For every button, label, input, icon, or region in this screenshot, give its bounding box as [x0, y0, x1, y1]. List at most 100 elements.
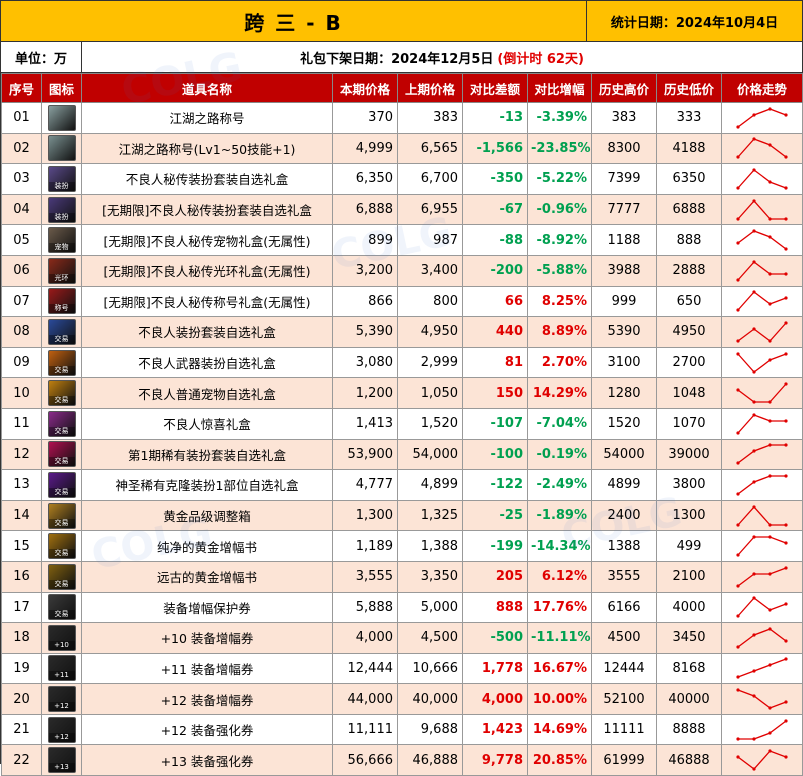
price-diff: -500: [462, 622, 528, 654]
trend-point: [768, 749, 772, 753]
price-change-pct: 14.69%: [527, 713, 592, 746]
item-name: 装备增幅保护券: [81, 591, 333, 624]
price-change-pct: 17.76%: [527, 591, 592, 624]
price-change-pct: -14.34%: [527, 530, 592, 562]
trend-point: [736, 492, 740, 496]
item-icon-cell: 交易: [41, 407, 82, 440]
trend-line: [737, 597, 787, 617]
previous-price: 6,700: [397, 163, 463, 195]
price-diff: 888: [462, 591, 528, 624]
table-row: 22 +13 +13 装备强化券 56,666 46,888 9,778 20.85% 619…: [1, 744, 803, 776]
current-price: 4,000: [332, 622, 398, 654]
trend-line: [737, 291, 787, 311]
table-row: 10 交易 不良人普通宠物自选礼盒 1,200 1,050 150 14.29% 1280 10…: [1, 377, 803, 409]
price-trend-sparkline: [736, 382, 788, 404]
trend-point: [768, 522, 772, 527]
history-low: 8888: [656, 713, 722, 746]
trend-point: [752, 290, 756, 294]
item-name: 不良人武器装扮自选礼盒: [81, 346, 333, 379]
trend-point: [736, 339, 740, 343]
item-name: [无期限]不良人秘传装扮套装自选礼盒: [81, 193, 333, 226]
current-price: 3,555: [332, 560, 398, 593]
table-row: 09 交易 不良人武器装扮自选礼盒 3,080 2,999 81 2.70% 3100 2700: [1, 346, 803, 379]
row-index: 14: [1, 499, 42, 532]
trend-line: [737, 108, 787, 128]
price-trend-sparkline: [736, 474, 788, 496]
trend-point: [752, 767, 756, 771]
trend-line: [737, 475, 786, 495]
current-price: 866: [332, 285, 398, 318]
table-row: 06 光环 [无期限]不良人秘传光环礼盒(无属性) 3,200 3,400 -200 -5.…: [1, 254, 803, 287]
history-high: 383: [591, 102, 657, 134]
table-row: 14 交易 黄金品级调整箱 1,300 1,325 -25 -1.89% 2400 1300: [1, 499, 803, 532]
gift-box-icon: 交易: [47, 471, 76, 498]
history-low: 4950: [656, 316, 722, 348]
current-price: 44,000: [332, 683, 398, 715]
history-low: 4188: [656, 132, 722, 165]
price-diff: 1,778: [462, 652, 528, 685]
price-change-pct: -5.88%: [527, 254, 592, 287]
trend-line: [737, 230, 787, 250]
item-icon-cell: 交易: [41, 530, 82, 562]
current-price: 53,900: [332, 438, 398, 471]
table-row: 15 交易 纯净的黄金增幅书 1,189 1,388 -199 -14.34% 1388 499: [1, 530, 803, 562]
trend-point: [784, 522, 788, 527]
trend-point: [736, 186, 740, 190]
price-trend-cell: [721, 744, 803, 776]
price-change-pct: 6.12%: [527, 560, 592, 593]
price-diff: 150: [462, 377, 528, 409]
trend-line: [737, 169, 787, 189]
price-trend-sparkline: [736, 749, 788, 771]
price-change-pct: -5.22%: [527, 163, 592, 195]
icon-tag: 装扮: [48, 181, 75, 191]
trend-point: [752, 113, 756, 117]
item-icon-cell: 装扮: [41, 193, 82, 226]
trend-point: [768, 357, 772, 362]
price-trend-cell: [721, 713, 803, 746]
icon-tag: 宠物: [48, 243, 75, 253]
trend-point: [784, 296, 788, 300]
trend-point: [768, 272, 772, 276]
reinforce-ticket-icon: +13: [47, 747, 76, 774]
price-trend-cell: [721, 683, 803, 715]
price-trend-cell: [721, 377, 803, 409]
table-row: 01 江湖之路称号 370 383 -13 -3.39% 383 333: [1, 102, 803, 134]
trend-point: [768, 339, 772, 343]
trend-point: [784, 443, 788, 447]
trend-point: [752, 535, 756, 539]
history-high: 1188: [591, 224, 657, 256]
item-icon-cell: +10: [41, 622, 82, 654]
trend-line: [737, 750, 787, 771]
price-diff: 205: [462, 560, 528, 593]
price-trend-sparkline: [736, 504, 788, 527]
price-diff: 1,423: [462, 713, 528, 746]
trend-point: [736, 675, 740, 680]
price-change-pct: 10.00%: [527, 683, 592, 715]
current-price: 3,080: [332, 346, 398, 379]
price-trend-cell: [721, 407, 803, 440]
current-price: 1,200: [332, 377, 398, 409]
icon-tag: +11: [48, 671, 75, 681]
price-trend-sparkline: [736, 627, 788, 649]
item-name: 江湖之路称号: [81, 102, 333, 134]
current-price: 6,350: [332, 163, 398, 195]
history-low: 3450: [656, 622, 722, 654]
previous-price: 40,000: [397, 683, 463, 715]
amplify-ticket-icon: +11: [47, 655, 76, 682]
price-trend-cell: [721, 132, 803, 165]
price-trend-sparkline: [736, 107, 788, 129]
icon-tag: 交易: [48, 518, 75, 528]
table-row: 17 交易 装备增幅保护券 5,888 5,000 888 17.76% 6166 4000: [1, 591, 803, 624]
price-trend-sparkline: [736, 137, 788, 159]
table-row: 03 装扮 不良人秘传装扮套装自选礼盒 6,350 6,700 -350 -5.22% 739…: [1, 163, 803, 195]
history-high: 1280: [591, 377, 657, 409]
trend-point: [784, 382, 788, 386]
trend-line: [737, 352, 787, 373]
trend-point: [784, 541, 788, 545]
current-price: 3,200: [332, 254, 398, 287]
table-row: 05 宠物 [无期限]不良人秘传宠物礼盒(无属性) 899 987 -88 -8.92% 11…: [1, 224, 803, 256]
previous-price: 1,520: [397, 407, 463, 440]
history-high: 7777: [591, 193, 657, 226]
unit-label: 单位：万: [1, 42, 82, 72]
row-index: 18: [1, 622, 42, 654]
